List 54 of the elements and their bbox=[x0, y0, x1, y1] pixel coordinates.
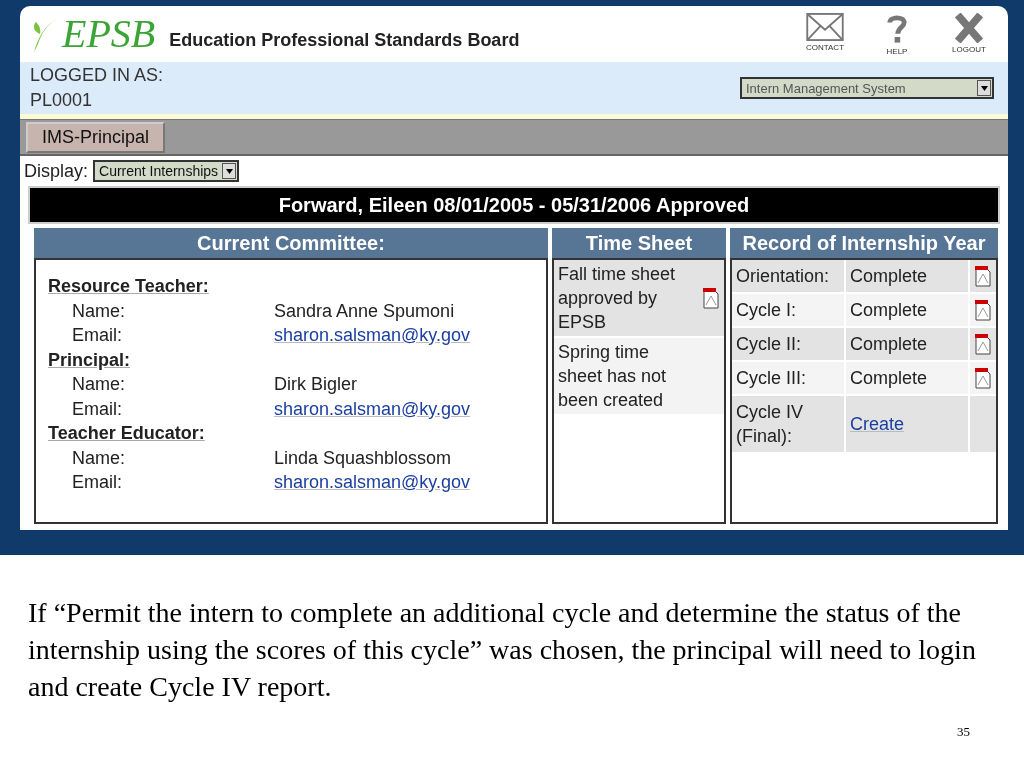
question-mark-icon bbox=[885, 12, 909, 45]
column-header: Time Sheet bbox=[552, 228, 726, 258]
status-text: Complete bbox=[850, 367, 928, 389]
field-label: Email: bbox=[71, 471, 123, 494]
site-title: Education Professional Standards Board bbox=[169, 29, 520, 51]
create-link[interactable]: Create bbox=[850, 413, 905, 435]
x-icon bbox=[955, 12, 983, 43]
nav-tab[interactable]: IMS-Principal bbox=[26, 121, 166, 153]
caret-icon bbox=[980, 85, 988, 91]
system-dropdown[interactable]: Intern Management System bbox=[740, 77, 994, 99]
column-header: Current Committee: bbox=[34, 228, 548, 258]
pdf-icon[interactable] bbox=[974, 299, 992, 321]
cycle-label: Orientation: bbox=[735, 265, 831, 288]
logo-text: EPSB bbox=[62, 14, 156, 54]
pdf-icon[interactable] bbox=[974, 367, 992, 389]
email-link[interactable]: sharon.salsman@ky.gov bbox=[274, 470, 471, 495]
status-text: Complete bbox=[850, 265, 928, 287]
logged-in-label: LOGGED IN AS: bbox=[30, 64, 164, 87]
email-link[interactable]: sharon.salsman@ky.gov bbox=[274, 396, 471, 421]
caret-icon bbox=[225, 168, 233, 174]
field-label: Name: bbox=[71, 373, 126, 396]
field-label: Name: bbox=[71, 299, 126, 323]
logout-link[interactable]: LOGOUT bbox=[944, 12, 994, 56]
contact-link[interactable]: CONTACT bbox=[800, 12, 850, 56]
display-dropdown[interactable]: Current Internships bbox=[93, 160, 240, 182]
page-number: 35 bbox=[957, 724, 970, 740]
column-header: Record of Internship Year bbox=[730, 228, 998, 258]
cycle-label: Cycle I: bbox=[735, 299, 797, 322]
display-label: Display: bbox=[24, 160, 89, 182]
person-name: Dirk Bigler bbox=[274, 373, 357, 396]
role-heading: Resource Teacher: bbox=[48, 275, 210, 298]
pdf-icon[interactable] bbox=[974, 265, 992, 287]
pdf-icon[interactable] bbox=[974, 333, 992, 355]
status-text: Complete bbox=[850, 333, 928, 355]
cycle-label: Cycle IV (Final): bbox=[735, 401, 805, 448]
time-sheet-status: Fall time sheet approved by EPSB bbox=[558, 263, 677, 334]
help-link[interactable]: HELP bbox=[872, 12, 922, 56]
status-text: Complete bbox=[850, 299, 928, 321]
person-name: Linda Squashblossom bbox=[274, 446, 452, 470]
email-link[interactable]: sharon.salsman@ky.gov bbox=[274, 323, 471, 348]
field-label: Email: bbox=[71, 397, 123, 421]
pdf-icon[interactable] bbox=[702, 287, 720, 309]
person-name: Sandra Anne Spumoni bbox=[274, 299, 455, 323]
internship-banner: Forward, Eileen 08/01/2005 - 05/31/2006 Approved bbox=[28, 186, 1000, 224]
cycle-label: Cycle II: bbox=[735, 333, 802, 356]
time-sheet-status: Spring time sheet has not been created bbox=[558, 341, 668, 412]
role-heading: Teacher Educator: bbox=[48, 422, 206, 445]
role-heading: Principal: bbox=[48, 348, 132, 372]
field-label: Name: bbox=[71, 446, 126, 470]
field-label: Email: bbox=[71, 324, 123, 347]
user-id: PL0001 bbox=[30, 89, 94, 112]
slide-caption: If “Permit the intern to complete an additional cycle and determine the status of the internship using the scores of this cycle” was chosen, the principal will need to login and create Cycle IV report. bbox=[28, 596, 977, 704]
envelope-icon bbox=[806, 12, 844, 41]
cycle-label: Cycle III: bbox=[735, 367, 807, 390]
